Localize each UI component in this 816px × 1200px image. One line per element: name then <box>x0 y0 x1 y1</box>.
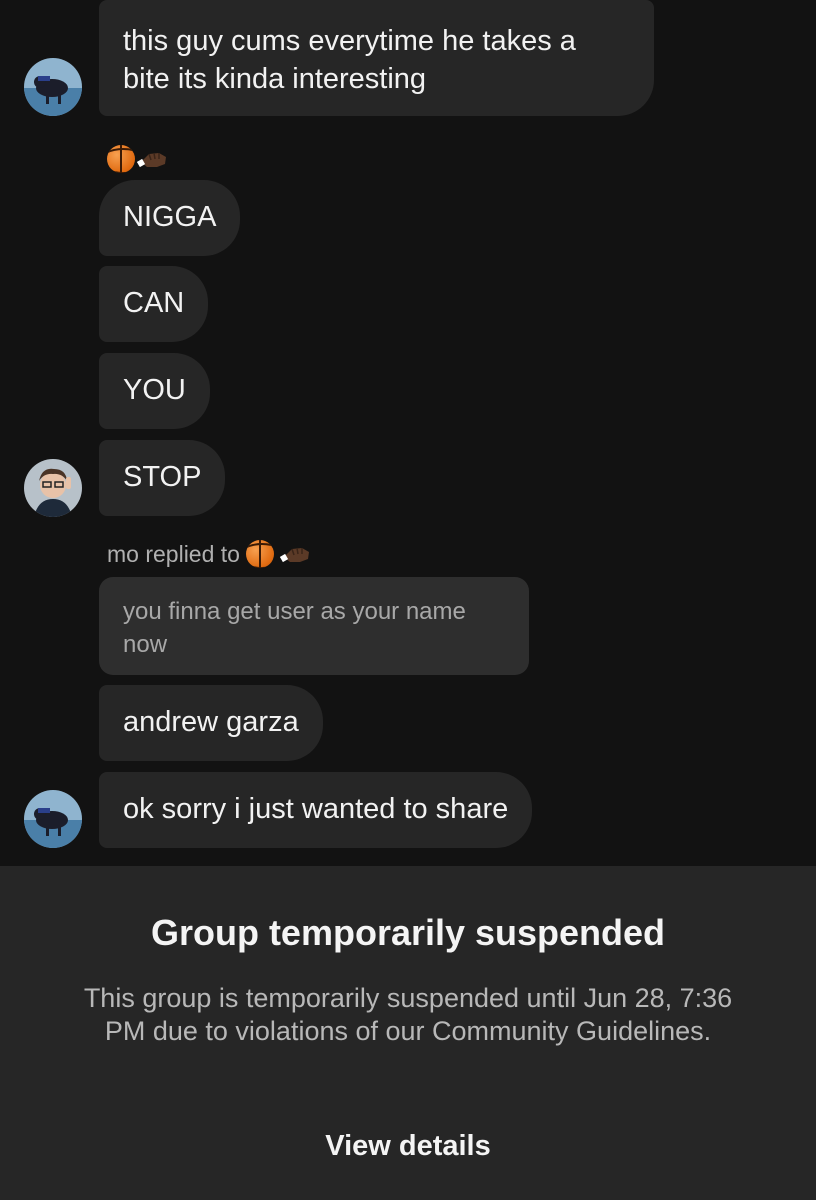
avatar[interactable] <box>24 58 82 116</box>
quoted-message[interactable]: you finna get user as your name now <box>99 577 529 675</box>
view-details-button[interactable]: View details <box>0 1130 816 1163</box>
message-text: NIGGA <box>123 201 217 233</box>
basketball-icon <box>107 145 135 173</box>
message-bubble[interactable]: STOP <box>99 440 226 516</box>
avatar[interactable] <box>24 459 82 517</box>
message-bubble[interactable]: CAN <box>99 266 209 342</box>
message-text: this guy cums everytime he takes a bite … <box>123 25 576 95</box>
reply-header: mo replied to <box>107 540 312 568</box>
avatar[interactable] <box>24 790 82 848</box>
reply-label-text: mo replied to <box>107 540 240 567</box>
sender-emoji-name <box>107 145 169 173</box>
banner-title: Group temporarily suspended <box>150 912 666 953</box>
fist-icon <box>279 547 309 563</box>
message-bubble[interactable]: ok sorry i just wanted to share <box>99 772 533 848</box>
avatar-image-icon <box>24 790 82 848</box>
message-text: andrew garza <box>123 706 299 738</box>
message-text: STOP <box>123 461 202 493</box>
message-text: ok sorry i just wanted to share <box>123 793 509 825</box>
message-bubble[interactable]: this guy cums everytime he takes a bite … <box>99 0 654 116</box>
message-text: YOU <box>123 374 186 406</box>
message-bubble[interactable]: NIGGA <box>99 180 241 256</box>
banner-body: This group is temporarily suspended unti… <box>83 983 733 1046</box>
fist-icon <box>137 152 166 168</box>
basketball-icon <box>245 540 274 568</box>
avatar-image-icon <box>24 459 82 517</box>
quoted-message-text: you finna get user as your name now <box>123 598 466 658</box>
message-text: CAN <box>123 287 185 319</box>
message-bubble[interactable]: YOU <box>99 353 210 429</box>
message-bubble[interactable]: andrew garza <box>99 685 323 761</box>
chat-thread: this guy cums everytime he takes a bite … <box>0 0 816 866</box>
avatar-image-icon <box>24 58 82 116</box>
